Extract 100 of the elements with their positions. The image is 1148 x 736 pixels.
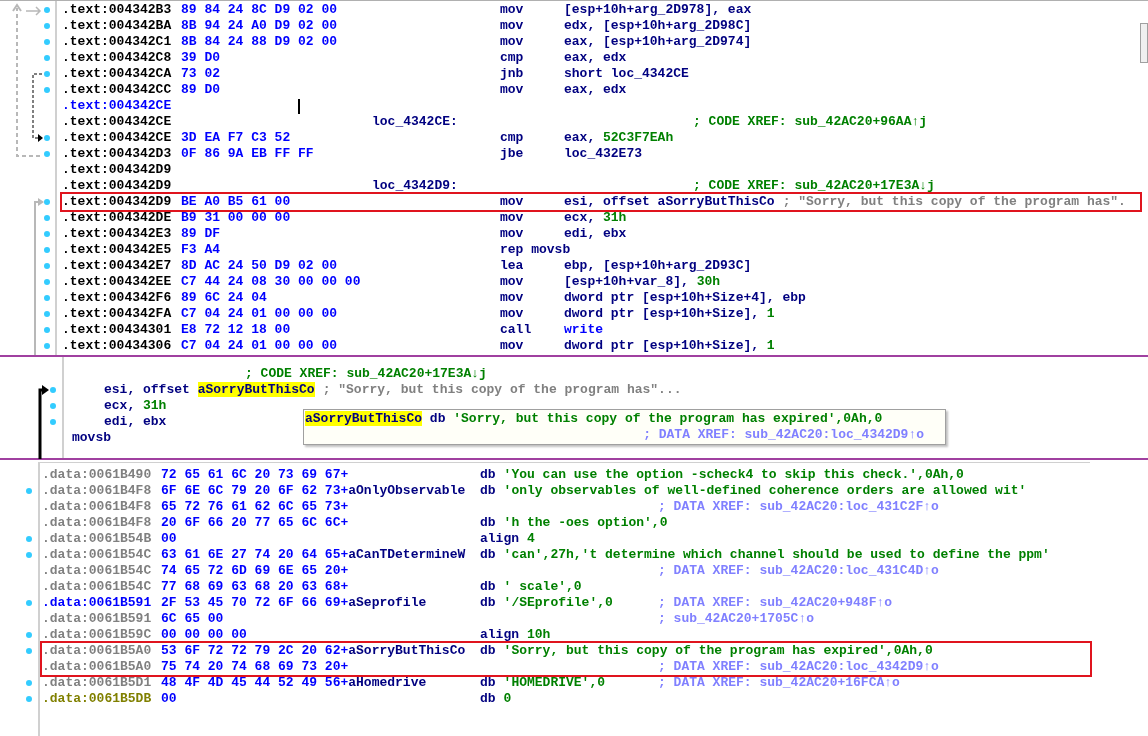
address-text: .text:00434306 — [62, 338, 173, 354]
mnemonic-text: mov — [500, 194, 524, 209]
mnemonic-text: mov — [500, 338, 524, 353]
operand-text: [esp+10h+var_8], 30h — [564, 274, 721, 290]
operand-text: 'h the -oes option',0 — [503, 515, 668, 531]
data-bytes: 00 00 00 00 — [161, 627, 247, 643]
operand-text: 0 — [503, 691, 512, 707]
comment-text: ; DATA XREF: sub_42AC20:loc_4342D9↑o — [643, 427, 924, 443]
operand-text: edi, ebx — [104, 414, 167, 430]
opcode-bytes: 89 DF — [181, 226, 220, 242]
label-text: aSorryButThisCo — [348, 643, 466, 659]
address-text: .text:004342FA — [62, 306, 173, 322]
mnemonic-text: rep movsb — [500, 242, 571, 257]
address-text: .data:0061B5D1 — [42, 675, 153, 691]
label-text: loc_4342CE: — [372, 114, 458, 129]
address-text: .text:004342E3 — [62, 226, 173, 242]
address-text: .text:00434301 — [62, 322, 173, 338]
address-text: .data:0061B54C — [42, 547, 153, 563]
operand-text: 'HOMEDRIVE',0 — [503, 675, 606, 691]
operand-text: esi, offset aSorryButThisCo — [564, 194, 775, 210]
data-bytes: 00 — [161, 531, 177, 547]
data-bytes: 72 65 61 6C 20 73 69 67+ — [161, 467, 349, 483]
scrollbar-thumb[interactable] — [1140, 23, 1148, 63]
definition-text: aSorryButThisCo db 'Sorry, but this copy of the program has expired',0Ah,0 — [305, 411, 884, 427]
comment-text: ; sub_42AC20+1705C↑o — [658, 611, 815, 627]
address-text: .text:004342CE — [62, 130, 173, 146]
mnemonic-text: db — [480, 547, 496, 563]
operand-text: '/SEprofile',0 — [503, 595, 613, 611]
mnemonic-text: align — [480, 627, 519, 643]
address-text: .text:004342CE — [62, 98, 173, 114]
opcode-bytes: F3 A4 — [181, 242, 220, 258]
opcode-bytes: 3D EA F7 C3 52 — [181, 130, 291, 146]
address-text: .text:004342CE — [62, 114, 173, 130]
mnemonic-text: mov — [500, 306, 524, 321]
mnemonic-text: mov — [500, 210, 524, 225]
address-text: .text:004342EE — [62, 274, 173, 290]
operand-text: eax, edx — [564, 82, 627, 98]
address-text: .data:0061B54C — [42, 563, 153, 579]
data-bytes: 00 — [161, 691, 177, 707]
mnemonic-text: mov — [500, 226, 524, 241]
operand-text: write — [564, 322, 603, 338]
opcode-bytes: 89 84 24 8C D9 02 00 — [181, 2, 338, 18]
opcode-bytes: 0F 86 9A EB FF FF — [181, 146, 314, 162]
mnemonic-text: mov — [500, 82, 524, 97]
mnemonic-text: db — [480, 515, 496, 531]
address-text: .data:0061B490 — [42, 467, 153, 483]
operand-text: short loc_4342CE — [564, 66, 689, 82]
operand-text: edi, ebx — [564, 226, 627, 242]
address-text: .text:004342C8 — [62, 50, 173, 66]
address-text: .data:0061B4F8 — [42, 515, 153, 531]
operand-text: ecx, 31h — [104, 398, 167, 414]
address-text: .text:004342CC — [62, 82, 173, 98]
opcode-bytes: 8B 84 24 88 D9 02 00 — [181, 34, 338, 50]
operand-text: dword ptr [esp+10h+Size+4], ebp — [564, 290, 806, 306]
data-bytes: 74 65 72 6D 69 6E 65 20+ — [161, 563, 349, 579]
comment-text: ; CODE XREF: sub_42AC20+17E3A↓j — [245, 366, 487, 382]
data-bytes: 6C 65 00 — [161, 611, 224, 627]
operand-text: eax, edx — [564, 50, 627, 66]
comment-text: ; DATA XREF: sub_42AC20+16FCA↑o — [658, 675, 900, 691]
mnemonic-text: mov — [500, 274, 524, 289]
address-text: .text:004342DE — [62, 210, 173, 226]
data-bytes: 6F 6E 6C 79 20 6F 62 73+ — [161, 483, 349, 499]
address-text: .text:004342F6 — [62, 290, 173, 306]
data-bytes: 53 6F 72 72 79 2C 20 62+ — [161, 643, 349, 659]
comment-text: ; DATA XREF: sub_42AC20:loc_431C4D↑o — [658, 563, 939, 579]
operand-text: dword ptr [esp+10h+Size], 1 — [564, 338, 775, 354]
opcode-bytes: E8 72 12 18 00 — [181, 322, 291, 338]
opcode-bytes: C7 04 24 01 00 00 00 — [181, 306, 338, 322]
operand-text: esi, offset aSorryButThisCo — [104, 382, 315, 398]
opcode-bytes: C7 04 24 01 00 00 00 — [181, 338, 338, 354]
address-text: .data:0061B59C — [42, 627, 153, 643]
comment-text: ; CODE XREF: sub_42AC20+96AA↑j — [693, 114, 928, 130]
operand-text: 10h — [527, 627, 551, 643]
address-text: .data:0061B54C — [42, 579, 153, 595]
opcode-bytes: BE A0 B5 61 00 — [181, 194, 291, 210]
comment-text: ; DATA XREF: sub_42AC20:loc_431C2F↑o — [658, 499, 939, 515]
operand-text: 'can',27h,'t determine which channel should be used to define the ppm' — [503, 547, 1050, 563]
comment-text: ; "Sorry, but this copy of the program has". — [782, 194, 1126, 210]
mnemonic-text: cmp — [500, 50, 524, 65]
operand-text: 'You can use the option -scheck4 to skip this check.',0Ah,0 — [503, 467, 964, 483]
data-bytes: 63 61 6E 27 74 20 64 65+ — [161, 547, 349, 563]
mnemonic-text: mov — [500, 290, 524, 305]
opcode-bytes: 89 D0 — [181, 82, 220, 98]
comment-text: ; CODE XREF: sub_42AC20+17E3A↓j — [693, 178, 935, 194]
operand-text: eax, [esp+10h+arg_2D974] — [564, 34, 752, 50]
data-bytes: 2F 53 45 70 72 6F 66 69+ — [161, 595, 349, 611]
operand-text: eax, 52C3F7EAh — [564, 130, 674, 146]
address-text: .text:004342D9 — [62, 194, 173, 210]
mnemonic-text: jnb — [500, 66, 524, 81]
address-text: .data:0061B54B — [42, 531, 153, 547]
mnemonic-text: lea — [500, 258, 524, 273]
operand-text: dword ptr [esp+10h+Size], 1 — [564, 306, 775, 322]
data-bytes: 75 74 20 74 68 69 73 20+ — [161, 659, 349, 675]
address-text: .text:004342D3 — [62, 146, 173, 162]
address-text: .text:004342E5 — [62, 242, 173, 258]
mnemonic-text: call — [500, 322, 532, 337]
mnemonic-text: db — [480, 579, 496, 595]
mnemonic-text: align — [480, 531, 519, 547]
address-text: .text:004342D9 — [62, 178, 173, 194]
data-bytes: 20 6F 66 20 77 65 6C 6C+ — [161, 515, 349, 531]
